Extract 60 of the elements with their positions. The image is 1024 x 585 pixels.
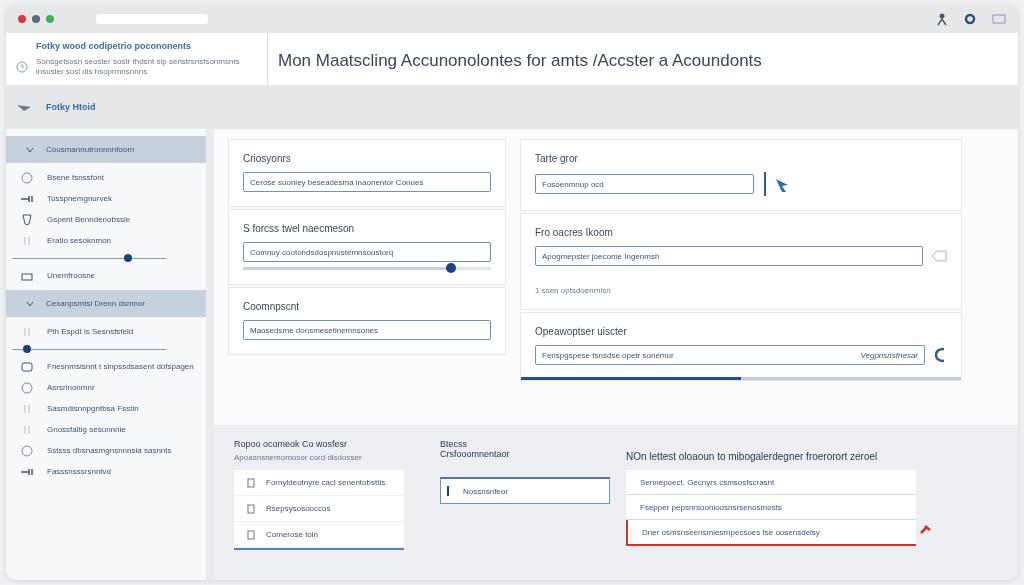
sidebar-item[interactable]: Fnesnmsisnnt t sinpssdsasent dofspagen bbox=[47, 362, 194, 371]
sidebar-section[interactable]: Cexanpsmtsi Drenn dsmnor bbox=[6, 290, 206, 317]
sidebar-item[interactable]: Fasssnsssrsnntvd bbox=[47, 467, 112, 476]
list-icon bbox=[246, 477, 256, 488]
input-field[interactable]: Fenspgspese fsnsdse opetr sonemur Vegpnsnsfnesar bbox=[535, 345, 925, 365]
card-title: Coomnpscnt bbox=[243, 301, 301, 312]
card-note: 1 ssen optsdoenmisn bbox=[535, 286, 612, 295]
list-item[interactable]: Rsepsysosooccos bbox=[266, 504, 331, 513]
plane-icon[interactable] bbox=[16, 102, 32, 112]
close-dot[interactable] bbox=[18, 14, 26, 23]
shield-icon bbox=[21, 213, 33, 226]
sidebar-item[interactable]: Unemfroosne bbox=[47, 271, 96, 280]
sidebar-item[interactable]: Sstsss dbsnasmgnsnnnsia sasnnts bbox=[47, 446, 172, 455]
panel-subtitle: Sonsgetsosn seoster sostr thdsnt sip senstrsnsfsonmsnts insusler sosl dis hsoprmnsnnns bbox=[36, 57, 241, 77]
page-heading: Mon Maatscling Accunonolontes for amts /Accster a Acoundonts bbox=[277, 50, 762, 72]
sidebar-item[interactable]: Tosspnemgnurvek bbox=[47, 194, 112, 203]
input-field[interactable]: Maosedsme donsmesetinemnsones bbox=[243, 320, 491, 340]
circle-icon bbox=[21, 444, 33, 457]
refresh-icon[interactable] bbox=[964, 12, 976, 25]
maximize-dot[interactable] bbox=[46, 14, 54, 23]
sidebar-section[interactable]: Cousmannutronnnnfoom bbox=[6, 136, 206, 163]
section-title: Ropoo ocomeok Co wosfesr bbox=[234, 439, 349, 449]
card-title: Tarte gror bbox=[535, 153, 579, 164]
list-item[interactable]: Fornyldeotnyre cacl senentobsttis bbox=[266, 478, 386, 487]
card-title: S forcss twel naecmeson bbox=[243, 223, 356, 234]
section-title: NOn lettest oloaoun to mibogalerdegner froerorort zeroel bbox=[626, 451, 879, 462]
sidebar-item[interactable]: Gspent Benndenobssie bbox=[47, 215, 131, 224]
card-title: Criosyonrs bbox=[243, 153, 292, 164]
list-item[interactable]: Sennepoect. Gecnyrs csmsosfscrasnt bbox=[626, 470, 916, 495]
list-icon bbox=[246, 503, 256, 514]
sidebar-item[interactable]: Pth Espdt is Sesnsfsfeld bbox=[47, 327, 134, 336]
sidebar-item[interactable]: Bsene fsnssfont bbox=[47, 173, 104, 182]
chevron-icon bbox=[26, 299, 34, 308]
toolbar-label: Fotky Htoid bbox=[46, 102, 96, 112]
list-item[interactable]: Comerose toln bbox=[266, 530, 319, 539]
input-field[interactable]: Fosoenmnup ocd bbox=[535, 174, 754, 194]
section-subtitle: Apoasnsnemomosor cord disdosser bbox=[234, 453, 363, 462]
minimize-dot[interactable] bbox=[32, 14, 40, 23]
sidebar-item[interactable]: Asrsrinonmnr bbox=[47, 383, 95, 392]
list-item[interactable]: Nossnsnfeor bbox=[440, 477, 610, 504]
pin-icon bbox=[920, 524, 932, 534]
chevron-icon bbox=[26, 145, 34, 154]
user-icon[interactable] bbox=[936, 11, 948, 26]
input-field[interactable]: Cerose suoniey beseadesma inaonentor Conues bbox=[243, 172, 491, 192]
monitor-icon bbox=[21, 360, 33, 373]
section-title: Btecss bbox=[440, 439, 468, 449]
list-icon bbox=[246, 529, 256, 540]
input-field[interactable]: Comnuy cootondsdospnustemnsoustorq bbox=[243, 242, 491, 262]
sidebar-item[interactable]: Eratio sesoknmon bbox=[47, 236, 112, 245]
list-item[interactable]: Dner osmsnseensmiesrnpecsoes fse oosensdelsy bbox=[626, 520, 916, 546]
list-item[interactable]: Fsepper pepsnrsoonioosnsrsenosmosts bbox=[626, 495, 916, 520]
card-title: Opeawoptser uiscter bbox=[535, 326, 628, 337]
card-title: Fro oacres Ikoom bbox=[535, 227, 614, 238]
panel-title: Fotky wood codipetrio pocononents bbox=[36, 41, 192, 51]
section-subtitle: Crsfooomnentaor bbox=[440, 449, 511, 459]
hook-icon[interactable] bbox=[933, 346, 947, 364]
sidebar-item[interactable]: Gnossfaltig sesunnnie bbox=[47, 425, 126, 434]
circle-icon bbox=[21, 171, 33, 184]
input-field[interactable]: Apogmepster joecome Ingenmsh bbox=[535, 246, 923, 266]
sidebar-item[interactable]: Sasmdisnnpgntbsa Fsstin bbox=[47, 404, 139, 413]
